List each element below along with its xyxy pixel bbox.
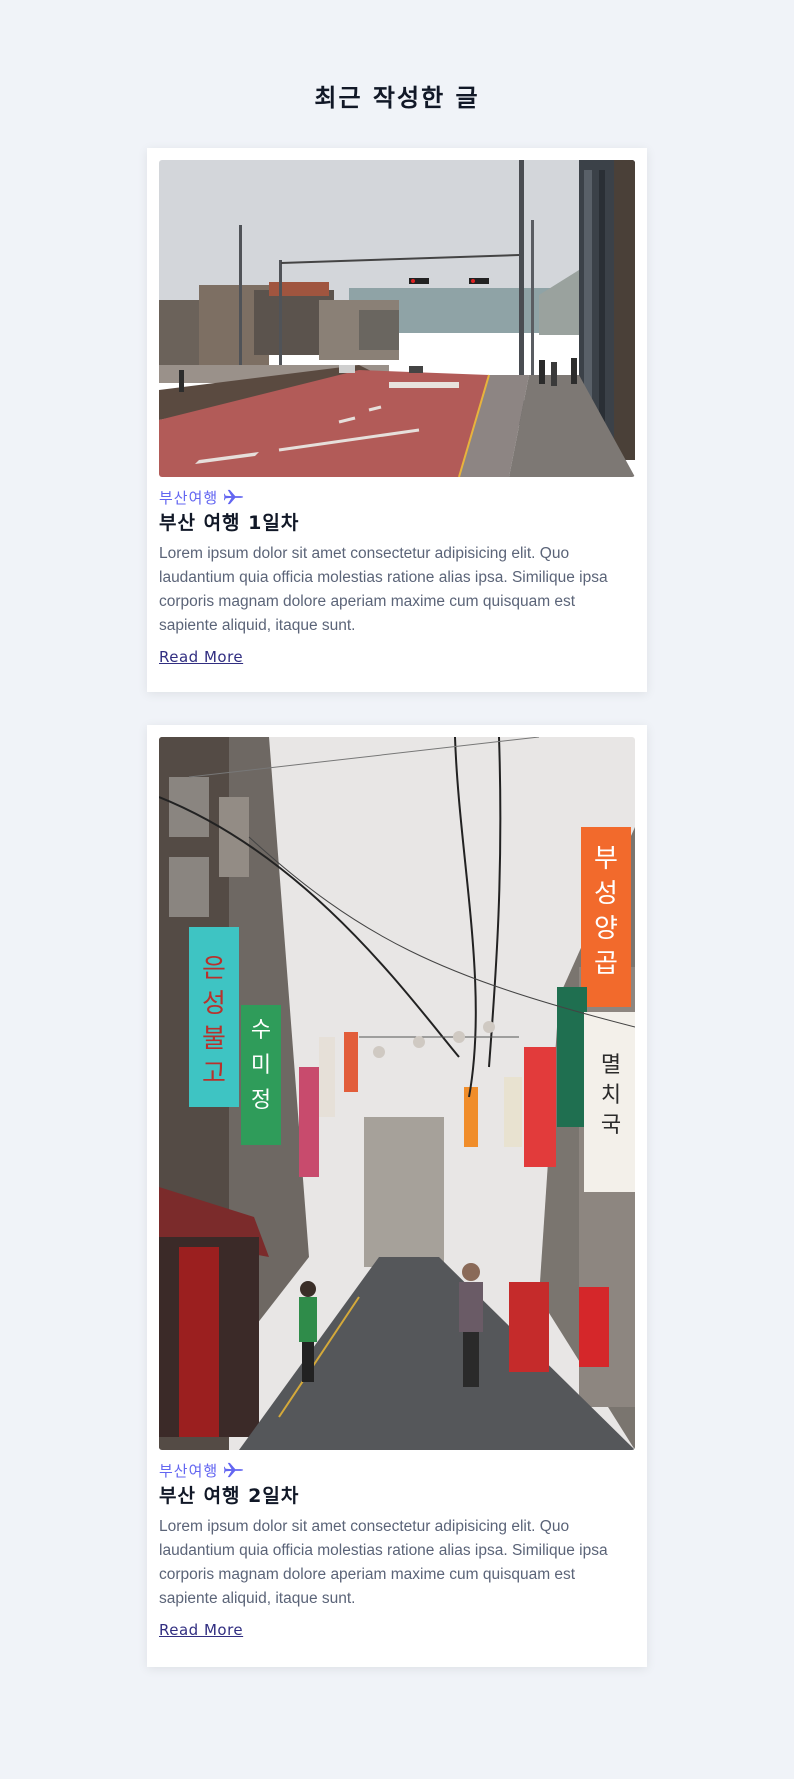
post-body: 부산여행 부산 여행 1일차 Lorem ipsum dolor sit ame… (159, 486, 635, 667)
plane-icon (224, 1461, 244, 1479)
post-category[interactable]: 부산여행 (159, 486, 635, 508)
svg-text:국: 국 (601, 1113, 621, 1138)
svg-text:정: 정 (251, 1088, 271, 1113)
svg-text:부: 부 (594, 844, 618, 874)
read-more-link[interactable]: Read More (159, 648, 243, 666)
read-more-link[interactable]: Read More (159, 1621, 243, 1639)
svg-text:양: 양 (594, 914, 618, 944)
post-title[interactable]: 부산 여행 2일차 (159, 1483, 635, 1509)
post-category[interactable]: 부산여행 (159, 1459, 635, 1481)
post-title[interactable]: 부산 여행 1일차 (159, 510, 635, 536)
post-photo (159, 160, 635, 477)
plane-icon (224, 488, 244, 506)
svg-text:곱: 곱 (594, 949, 618, 979)
svg-text:성: 성 (594, 879, 618, 909)
post-body: 부산여행 부산 여행 2일차 Lorem ipsum dolor sit ame… (159, 1459, 635, 1640)
svg-text:미: 미 (251, 1053, 271, 1078)
post-card: 은 성 불 고 수 미 정 부 성 양 곱 멸 치 국 부산여행 부산 여행 2… (147, 725, 647, 1667)
post-photo: 은 성 불 고 수 미 정 부 성 양 곱 멸 치 국 (159, 737, 635, 1450)
svg-text:고: 고 (202, 1059, 226, 1089)
svg-text:수: 수 (251, 1018, 271, 1043)
page-title: 최근 작성한 글 (314, 84, 480, 112)
post-excerpt: Lorem ipsum dolor sit amet consectetur a… (159, 545, 608, 634)
svg-text:은: 은 (202, 954, 226, 984)
category-label: 부산여행 (159, 488, 219, 507)
post-excerpt: Lorem ipsum dolor sit amet consectetur a… (159, 1518, 608, 1607)
category-label: 부산여행 (159, 1461, 219, 1480)
svg-text:불: 불 (202, 1024, 226, 1054)
svg-text:멸: 멸 (601, 1053, 621, 1078)
svg-text:성: 성 (202, 989, 226, 1019)
svg-text:치: 치 (601, 1083, 621, 1108)
post-card: 부산여행 부산 여행 1일차 Lorem ipsum dolor sit ame… (147, 148, 647, 692)
